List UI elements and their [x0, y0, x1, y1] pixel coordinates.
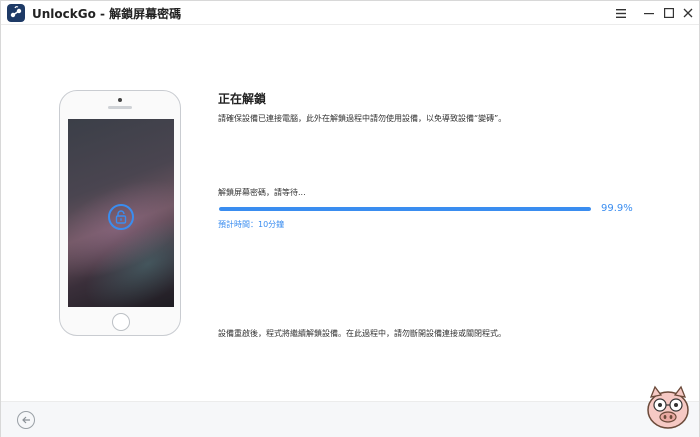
estimated-time: 預計時間：10分鐘	[218, 220, 285, 229]
close-button[interactable]	[677, 3, 699, 23]
footer-bar	[1, 401, 699, 437]
phone-home-button	[112, 313, 130, 331]
progress-percent: 99.9%	[601, 203, 633, 214]
phone-illustration	[59, 90, 181, 336]
status-description: 請確保設備已連接電腦，此外在解鎖過程中請勿使用設備，以免導致設備“變磚”。	[218, 114, 507, 123]
back-arrow-icon	[22, 416, 30, 424]
restart-notice: 設備重啟後，程式將繼續解鎖設備。在此過程中，請勿斷開設備連接或關閉程式。	[218, 329, 506, 338]
progress-bar	[219, 207, 591, 211]
title-bar: UnlockGo - 解鎖屏幕密碼	[1, 1, 699, 25]
unlock-icon	[115, 210, 127, 224]
progress-label: 解鎖屏幕密碼，請等待...	[218, 188, 306, 197]
hamburger-icon	[616, 8, 626, 18]
progress-bar-fill	[219, 207, 591, 211]
minimize-button[interactable]	[638, 3, 660, 23]
phone-camera	[118, 98, 122, 102]
window-title: UnlockGo - 解鎖屏幕密碼	[32, 7, 182, 21]
minimize-icon	[644, 13, 654, 15]
phone-speaker	[108, 106, 132, 109]
app-logo-icon	[7, 4, 25, 22]
pig-mascot-icon	[647, 385, 689, 429]
back-button[interactable]	[17, 411, 35, 429]
maximize-icon	[664, 8, 674, 18]
app-window: UnlockGo - 解鎖屏幕密碼 正在解鎖 請確保設備已連接電腦，此外在解鎖過…	[0, 0, 700, 437]
close-icon	[683, 8, 693, 18]
phone-screen	[68, 119, 174, 307]
menu-button[interactable]	[610, 3, 632, 23]
status-title: 正在解鎖	[218, 92, 267, 106]
